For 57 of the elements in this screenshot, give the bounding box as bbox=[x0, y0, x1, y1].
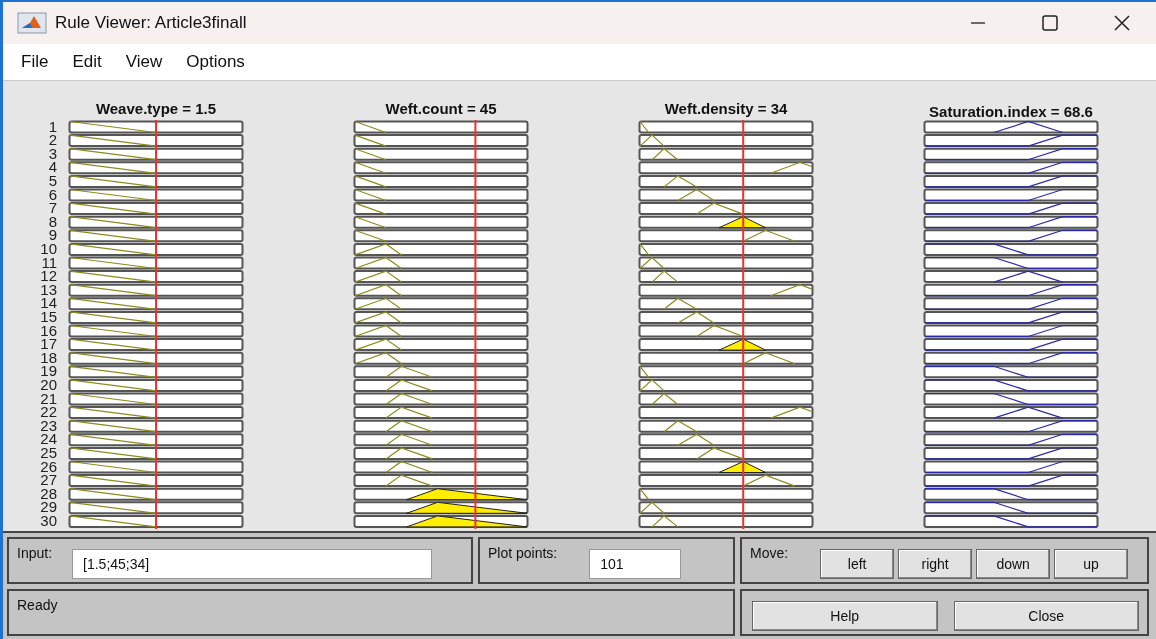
rule-number: 19 bbox=[40, 364, 57, 378]
rule-number: 15 bbox=[40, 310, 57, 324]
input-value-line[interactable] bbox=[474, 119, 477, 529]
input-value-line[interactable] bbox=[155, 119, 157, 529]
close-icon[interactable] bbox=[1112, 12, 1132, 33]
move-label: Move: bbox=[750, 545, 789, 561]
menu-item[interactable]: Edit bbox=[60, 47, 114, 76]
rule-number: 24 bbox=[40, 432, 57, 446]
plot-points-field[interactable]: 101 bbox=[589, 549, 682, 579]
move-button[interactable]: down bbox=[976, 549, 1051, 579]
rule-number: 10 bbox=[40, 242, 57, 256]
move-button[interactable]: right bbox=[898, 549, 973, 579]
rule-number: 25 bbox=[40, 445, 57, 460]
rule-number: 16 bbox=[40, 323, 57, 338]
rule-number: 22 bbox=[40, 405, 57, 419]
rule-number: 1 bbox=[48, 119, 57, 134]
plot-points-label: Plot points: bbox=[488, 545, 558, 561]
rule-number: 18 bbox=[40, 350, 57, 365]
menu-item[interactable]: File bbox=[9, 47, 61, 76]
move-button[interactable]: left bbox=[820, 549, 895, 579]
status-text: Ready bbox=[17, 597, 58, 613]
rule-number: 28 bbox=[40, 486, 57, 501]
rule-number: 6 bbox=[48, 187, 57, 202]
rule-number: 8 bbox=[48, 214, 57, 229]
rule-number: 14 bbox=[40, 296, 57, 310]
rule-number: 7 bbox=[48, 201, 57, 215]
rule-number: 13 bbox=[40, 282, 57, 297]
rule-number: 4 bbox=[48, 160, 57, 175]
menu-item[interactable]: Options bbox=[174, 47, 257, 76]
variable-title: Weave.type = 1.5 bbox=[95, 99, 217, 119]
app-icon bbox=[17, 11, 47, 34]
rule-number: 11 bbox=[41, 255, 57, 270]
rule-number: 3 bbox=[48, 146, 57, 161]
window-title: Rule Viewer: Article3finall bbox=[55, 12, 247, 33]
rule-number: 5 bbox=[48, 174, 57, 188]
dialog-button[interactable]: Help bbox=[752, 601, 938, 631]
input-field[interactable]: [1.5;45;34] bbox=[72, 549, 433, 579]
move-button[interactable]: up bbox=[1054, 549, 1129, 579]
menu-item[interactable]: View bbox=[113, 47, 175, 76]
dialog-button[interactable]: Close bbox=[953, 601, 1139, 631]
input-value-line[interactable] bbox=[742, 119, 745, 529]
variable-title: Saturation.index = 68.6 bbox=[929, 102, 1093, 120]
variable-title: Weft.density = 34 bbox=[664, 99, 788, 119]
rule-number: 27 bbox=[40, 473, 57, 487]
rule-number: 30 bbox=[40, 513, 57, 528]
rule-number: 12 bbox=[40, 269, 57, 283]
rule-number: 17 bbox=[40, 337, 57, 351]
rule-number: 21 bbox=[40, 391, 57, 406]
variable-title: Weft.count = 45 bbox=[385, 99, 497, 119]
rule-number: 23 bbox=[40, 418, 57, 433]
maximize-icon[interactable] bbox=[1040, 12, 1060, 33]
input-label: Input: bbox=[17, 545, 53, 561]
rule-number: 2 bbox=[48, 133, 57, 147]
rule-number: 29 bbox=[40, 500, 57, 514]
rule-number: 9 bbox=[48, 228, 57, 243]
rule-number: 26 bbox=[40, 459, 57, 474]
rule-number: 20 bbox=[40, 378, 57, 392]
